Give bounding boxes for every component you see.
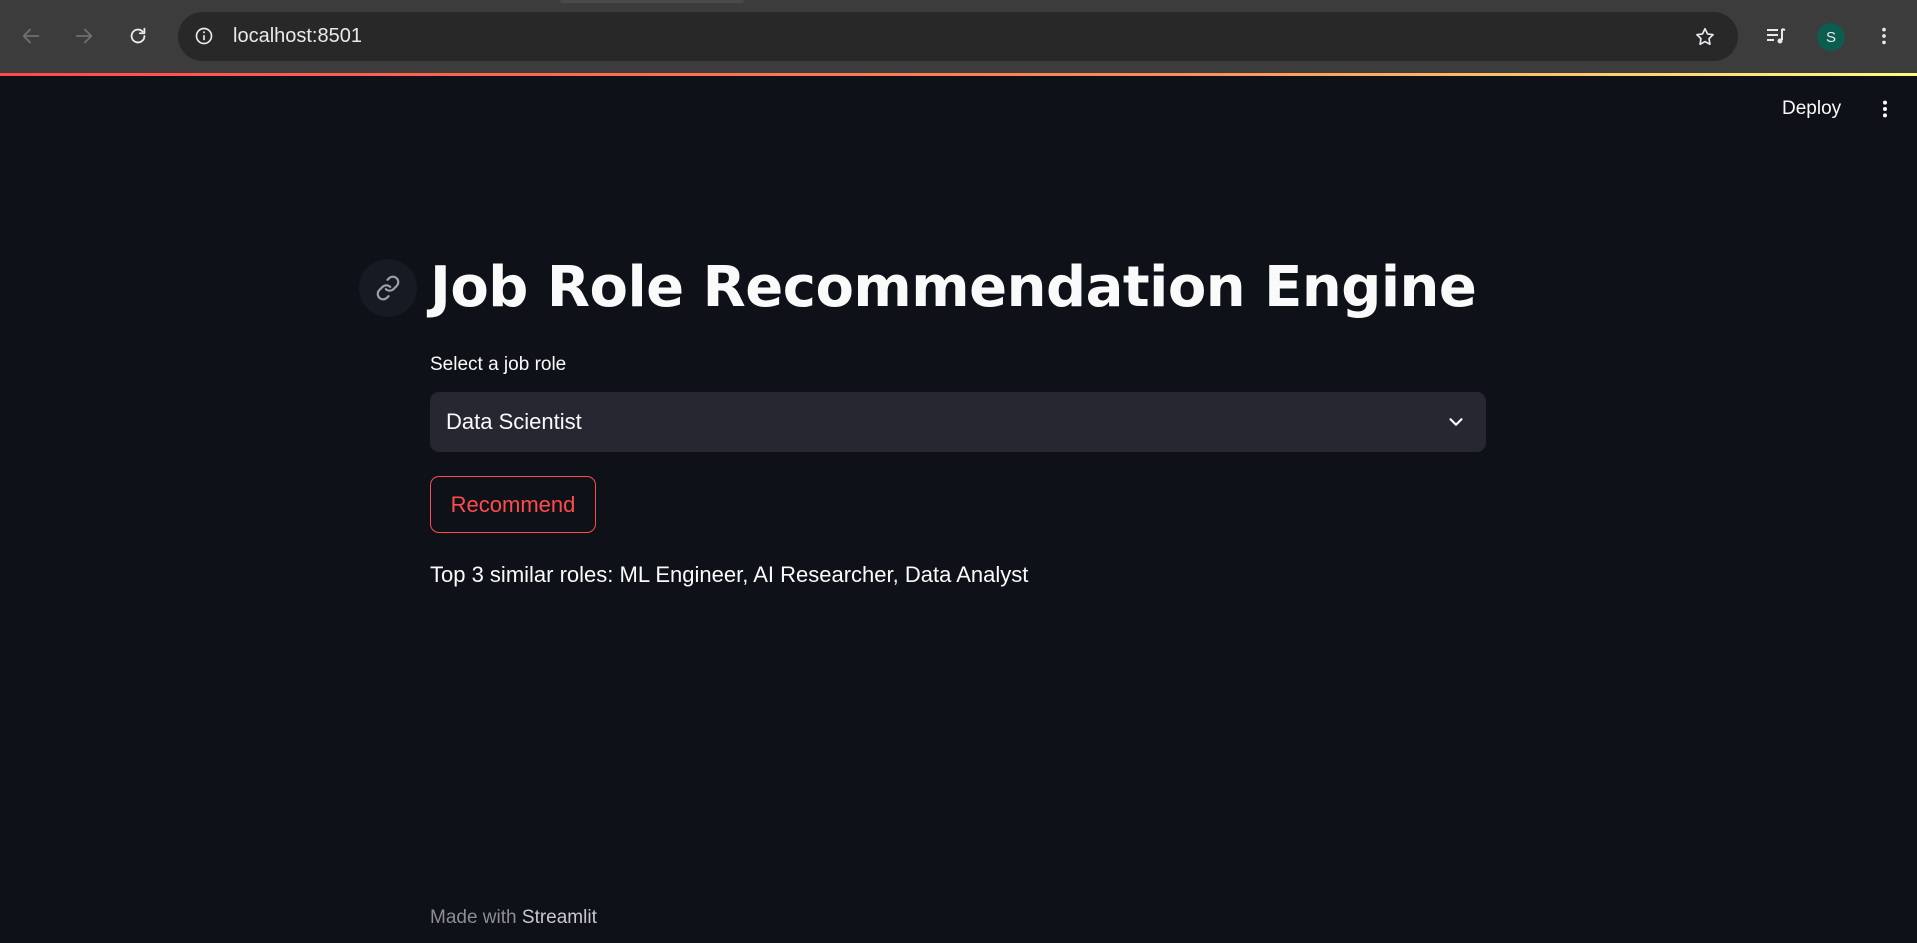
address-bar[interactable]: localhost:8501: [178, 12, 1738, 61]
media-queue-icon: [1767, 28, 1786, 44]
kebab-menu-icon: [1882, 27, 1886, 45]
browser-menu-button[interactable]: [1868, 20, 1900, 52]
profile-avatar[interactable]: S: [1817, 23, 1845, 51]
arrow-left-icon: [22, 28, 40, 44]
media-control-button[interactable]: [1760, 20, 1792, 52]
recommend-button[interactable]: Recommend: [430, 476, 596, 533]
decoration-bar: [0, 73, 1917, 76]
reload-button[interactable]: [122, 20, 154, 52]
site-info-button[interactable]: [192, 24, 216, 48]
info-icon: [195, 27, 213, 45]
browser-toolbar: localhost:8501 S: [0, 0, 1917, 73]
back-button[interactable]: [15, 20, 47, 52]
footer-prefix: Made with: [430, 907, 517, 928]
streamlit-link[interactable]: Streamlit: [522, 907, 597, 928]
url-text[interactable]: localhost:8501: [233, 25, 362, 48]
main-menu-button[interactable]: [1870, 94, 1900, 124]
result-text: Top 3 similar roles: ML Engineer, AI Res…: [430, 562, 1029, 587]
footer: Made with Streamlit: [430, 907, 597, 929]
tab-indicator: [560, 0, 744, 3]
selected-value: Data Scientist: [446, 409, 582, 434]
forward-button[interactable]: [68, 20, 100, 52]
bookmark-button[interactable]: [1692, 24, 1718, 50]
star-icon: [1696, 27, 1714, 46]
link-icon: [376, 275, 400, 301]
chevron-down-icon: [1444, 410, 1468, 434]
arrow-right-icon: [75, 28, 93, 44]
select-label: Select a job role: [430, 354, 567, 375]
header-anchor-link[interactable]: [359, 259, 417, 317]
deploy-button[interactable]: Deploy: [1770, 94, 1853, 124]
reload-icon: [130, 27, 146, 44]
kebab-menu-icon: [1882, 100, 1888, 118]
job-role-select[interactable]: Data Scientist: [430, 392, 1486, 452]
page-title: Job Role Recommendation Engine: [430, 255, 1477, 320]
